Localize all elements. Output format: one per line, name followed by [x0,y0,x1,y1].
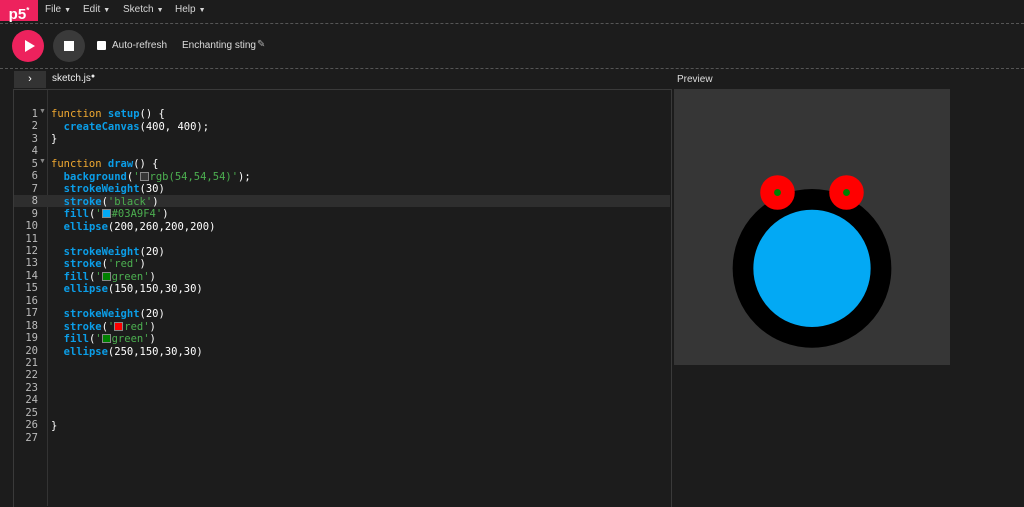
code-line[interactable]: fill(' green') [51,271,156,283]
divider [0,68,1024,69]
line-number: 23 [25,381,38,394]
right-eye [829,175,864,210]
divider [0,23,1024,24]
code-line[interactable]: strokeWeight(20) [51,308,165,320]
line-number: 4 [31,145,38,158]
code-line[interactable]: ellipse(250,150,30,30) [51,346,203,358]
line-number: 7 [31,182,38,195]
line-number: 17 [25,307,38,320]
code-line[interactable]: strokeWeight(20) [51,246,165,258]
chevron-right-icon: › [28,73,32,85]
code-line[interactable]: background(' rgb(54,54,54)'); [51,171,251,183]
line-number: 15 [25,282,38,295]
code-line[interactable]: fill(' #03A9F4') [51,208,169,220]
line-number: 1 [31,108,38,120]
code-line[interactable]: stroke('black') [51,196,159,208]
chevron-down-icon: ▼ [64,7,72,14]
color-swatch[interactable] [101,334,111,343]
code-editor[interactable] [13,89,672,507]
code-line[interactable]: function draw() { [51,158,159,170]
line-number: 18 [25,319,38,332]
code-line[interactable]: stroke('red') [51,258,146,270]
color-swatch[interactable] [114,321,124,331]
fold-arrow-icon[interactable]: ▼ [39,158,46,165]
line-number: 9 [31,207,38,220]
line-number: 16 [25,294,38,307]
code-line[interactable]: } [51,420,57,432]
code-line[interactable]: strokeWeight(30) [51,183,165,195]
play-button[interactable] [12,30,44,62]
line-number: 26 [25,419,38,432]
line-number: 6 [31,170,38,183]
preview-canvas[interactable] [674,89,950,365]
line-number: 3 [31,132,38,145]
left-eye [760,175,795,210]
line-number: 21 [25,357,38,369]
line-number: 2 [31,120,38,133]
line-number: 24 [25,394,38,407]
sidebar-toggle-button[interactable]: › [14,71,46,88]
pencil-icon[interactable]: ✎ [257,39,265,50]
fold-arrow-icon[interactable]: ▼ [39,108,46,115]
menu-help[interactable]: Help ▼ [175,0,206,21]
file-tab[interactable]: sketch.js● [52,73,95,84]
stop-button[interactable] [53,30,85,62]
code-line[interactable]: } [51,133,57,145]
line-number: 12 [25,244,38,257]
line-number: 19 [25,332,38,345]
code-line[interactable]: stroke('red') [51,321,156,333]
code-line[interactable]: fill(' green') [51,333,156,345]
sketch-output [732,175,892,348]
line-number: 11 [25,232,38,245]
line-number: 25 [25,406,38,419]
code-line[interactable]: function setup() { [51,108,165,120]
auto-refresh-label[interactable]: Auto-refresh [112,40,167,51]
line-number: 20 [25,344,38,357]
line-number: 10 [25,220,38,233]
code-line[interactable]: ellipse(200,260,200,200) [51,221,216,233]
line-number: 13 [25,257,38,270]
color-swatch[interactable] [101,209,111,218]
preview-label: Preview [677,74,713,85]
chevron-down-icon: ▼ [156,7,164,14]
menu-file[interactable]: File ▼ [45,0,71,21]
body-circle [732,189,892,348]
code-line[interactable]: ellipse(150,150,30,30) [51,283,203,295]
line-number: 22 [25,369,38,382]
chevron-down-icon: ▼ [198,7,206,14]
color-swatch[interactable] [101,271,111,281]
p5-logo[interactable]: p5* [0,0,38,23]
auto-refresh-checkbox[interactable] [97,41,106,50]
line-number: 5 [31,157,38,170]
menu-sketch[interactable]: Sketch ▼ [123,0,164,21]
menu-edit[interactable]: Edit ▼ [83,0,110,21]
line-number: 14 [25,269,38,282]
unsaved-indicator: ● [90,73,96,80]
play-icon [25,40,35,52]
line-number: 8 [31,195,38,208]
sketch-name[interactable]: Enchanting sting [182,40,256,51]
stop-icon [64,41,74,51]
line-number: 27 [25,431,38,444]
color-swatch[interactable] [139,171,149,181]
top-menu-bar: p5* File ▼ Edit ▼ Sketch ▼ Help ▼ [0,0,1024,23]
chevron-down-icon: ▼ [103,7,111,14]
code-line[interactable]: createCanvas(400, 400); [51,121,209,133]
